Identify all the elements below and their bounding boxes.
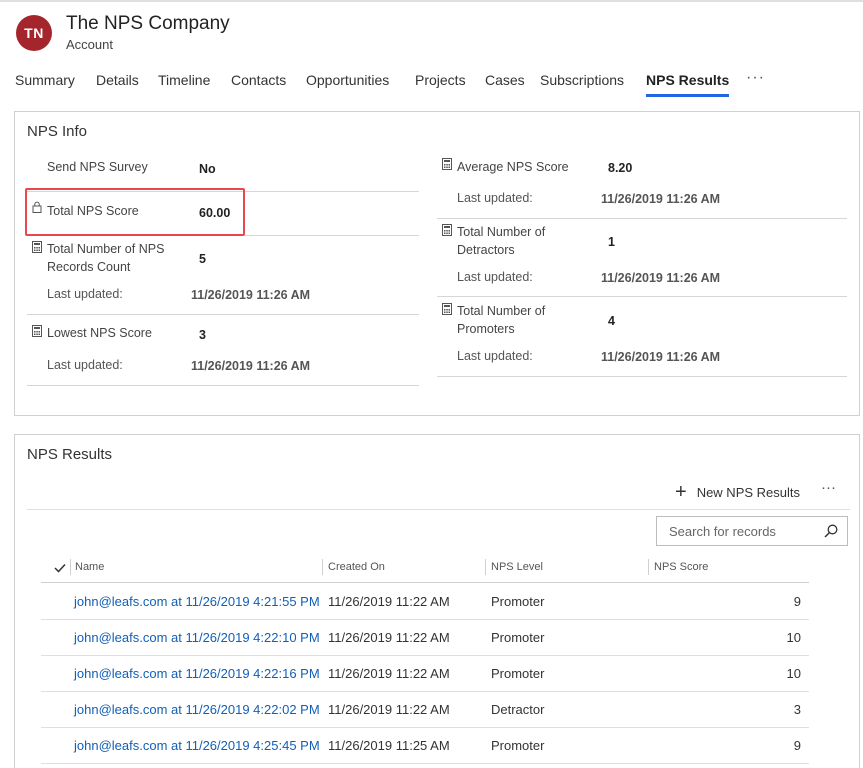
column-separator: [70, 559, 71, 575]
row-name-link[interactable]: john@leafs.com at 11/26/2019 4:21:55 PM: [74, 594, 320, 609]
search-box: [656, 516, 848, 546]
row-nps-level: Promoter: [491, 630, 545, 645]
row-nps-level: Promoter: [491, 666, 545, 681]
records-count-updated-value: 11/26/2019 11:26 AM: [191, 288, 311, 302]
lowest-score-value: 3: [199, 328, 206, 342]
column-separator: [322, 559, 323, 575]
promoters-updated-label: Last updated:: [457, 349, 533, 363]
detractors-value: 1: [608, 235, 615, 249]
calculator-icon: [442, 224, 452, 236]
tab-summary[interactable]: Summary: [15, 72, 75, 88]
row-nps-score: 3: [793, 702, 801, 717]
divider: [245, 235, 419, 236]
tab-details[interactable]: Details: [96, 72, 139, 88]
table-row[interactable]: john@leafs.com at 11/26/2019 4:21:55 PM …: [41, 584, 809, 620]
records-count-label-line2: Records Count: [47, 260, 131, 274]
nps-info-section: NPS Info Send NPS Survey No Total NPS Sc…: [14, 111, 860, 416]
row-nps-level: Detractor: [491, 702, 545, 717]
tab-timeline[interactable]: Timeline: [158, 72, 210, 88]
records-count-updated-label: Last updated:: [47, 287, 123, 301]
average-score-updated-label: Last updated:: [457, 191, 533, 205]
table-row[interactable]: john@leafs.com at 11/26/2019 4:22:10 PM …: [41, 620, 809, 656]
tab-opportunities[interactable]: Opportunities: [306, 72, 389, 88]
records-count-value: 5: [199, 252, 206, 266]
record-title: The NPS Company: [66, 13, 230, 34]
row-created-on: 11/26/2019 11:22 AM: [328, 630, 450, 645]
lowest-score-label: Lowest NPS Score: [47, 326, 152, 340]
promoters-value: 4: [608, 314, 615, 328]
row-nps-level: Promoter: [491, 594, 545, 609]
detractors-label-line1: Total Number of: [457, 225, 546, 239]
nps-info-title: NPS Info: [27, 123, 88, 140]
send-nps-survey-label: Send NPS Survey: [47, 160, 148, 174]
calculator-icon: [32, 241, 42, 253]
divider: [27, 509, 850, 510]
column-header-name[interactable]: Name: [75, 561, 104, 573]
new-nps-results-label: New NPS Results: [696, 484, 800, 500]
row-nps-score: 9: [793, 738, 801, 753]
detractors-updated-label: Last updated:: [457, 270, 533, 284]
account-avatar: TN: [16, 15, 52, 51]
highlight-box: [25, 188, 245, 236]
tab-cases[interactable]: Cases: [485, 72, 525, 88]
table-row[interactable]: john@leafs.com at 11/26/2019 4:22:16 PM …: [41, 656, 809, 692]
divider: [437, 376, 847, 377]
tab-bar: Summary Details Timeline Contacts Opport…: [0, 69, 863, 100]
calculator-icon: [442, 303, 452, 315]
send-nps-survey-value[interactable]: No: [199, 162, 216, 176]
lowest-score-updated-label: Last updated:: [47, 358, 123, 372]
promoters-updated-value: 11/26/2019 11:26 AM: [601, 350, 721, 364]
row-name-link[interactable]: john@leafs.com at 11/26/2019 4:22:16 PM: [74, 666, 320, 681]
row-name-link[interactable]: john@leafs.com at 11/26/2019 4:22:02 PM: [74, 702, 320, 717]
plus-icon: +: [675, 481, 687, 503]
row-created-on: 11/26/2019 11:22 AM: [328, 594, 450, 609]
tab-contacts[interactable]: Contacts: [231, 72, 286, 88]
row-nps-score: 10: [786, 630, 801, 645]
table-row[interactable]: john@leafs.com at 11/26/2019 4:22:02 PM …: [41, 692, 809, 728]
subgrid-more-button[interactable]: ···: [821, 479, 836, 496]
calculator-icon: [32, 325, 42, 337]
row-nps-score: 10: [786, 666, 801, 681]
select-all-checkmark-icon[interactable]: [54, 563, 66, 573]
top-border: [0, 0, 863, 2]
tabs-more-button[interactable]: ···: [746, 69, 765, 87]
column-separator: [648, 559, 649, 575]
table-row[interactable]: john@leafs.com at 11/26/2019 4:25:45 PM …: [41, 728, 809, 764]
row-created-on: 11/26/2019 11:22 AM: [328, 702, 450, 717]
divider: [437, 296, 847, 297]
column-header-created-on[interactable]: Created On: [328, 561, 385, 573]
record-entity-type: Account: [66, 37, 113, 52]
lowest-score-updated-value: 11/26/2019 11:26 AM: [191, 359, 311, 373]
tab-nps-results[interactable]: NPS Results: [646, 72, 730, 97]
average-score-label: Average NPS Score: [457, 160, 569, 174]
row-name-link[interactable]: john@leafs.com at 11/26/2019 4:25:45 PM: [74, 738, 320, 753]
column-separator: [485, 559, 486, 575]
grid-header: Name Created On NPS Level NPS Score: [41, 553, 809, 583]
promoters-label-line1: Total Number of: [457, 304, 546, 318]
row-created-on: 11/26/2019 11:22 AM: [328, 666, 450, 681]
detractors-label-line2: Detractors: [457, 243, 515, 257]
search-icon[interactable]: [824, 524, 838, 538]
divider: [27, 385, 419, 386]
nps-results-subgrid: NPS Results + New NPS Results ··· Name C…: [14, 434, 860, 768]
tab-projects[interactable]: Projects: [415, 72, 466, 88]
average-score-updated-value: 11/26/2019 11:26 AM: [601, 192, 721, 206]
search-input[interactable]: [657, 517, 817, 545]
row-nps-level: Promoter: [491, 738, 545, 753]
tab-subscriptions[interactable]: Subscriptions: [540, 72, 624, 88]
column-header-nps-score[interactable]: NPS Score: [654, 561, 708, 573]
row-name-link[interactable]: john@leafs.com at 11/26/2019 4:22:10 PM: [74, 630, 320, 645]
records-count-label-line1: Total Number of NPS: [47, 242, 165, 256]
nps-results-title: NPS Results: [27, 446, 113, 463]
detractors-updated-value: 11/26/2019 11:26 AM: [601, 271, 721, 285]
row-created-on: 11/26/2019 11:25 AM: [328, 738, 450, 753]
divider: [437, 218, 847, 219]
average-score-value: 8.20: [608, 161, 633, 175]
column-header-nps-level[interactable]: NPS Level: [491, 561, 543, 573]
calculator-icon: [442, 158, 452, 170]
new-nps-results-button[interactable]: + New NPS Results: [675, 482, 800, 502]
divider: [27, 314, 419, 315]
row-nps-score: 9: [793, 594, 801, 609]
promoters-label-line2: Promoters: [457, 322, 515, 336]
